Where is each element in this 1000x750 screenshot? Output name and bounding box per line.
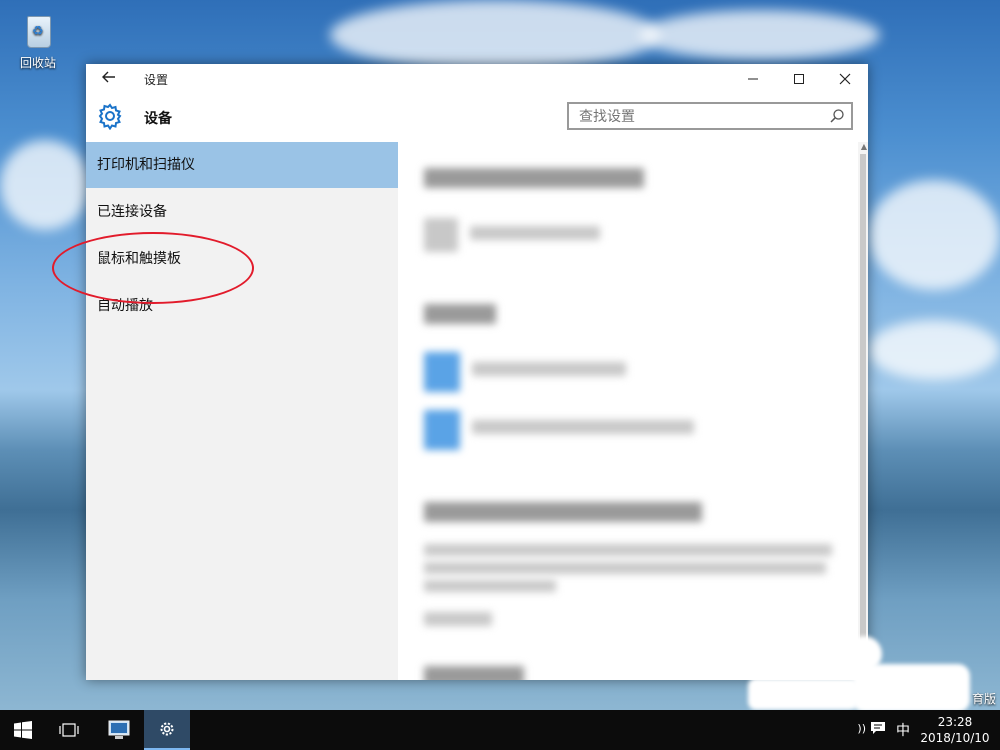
clock-date: 2018/10/10 [920, 731, 990, 745]
settings-window: 设置 设备 打印机和扫描仪 [86, 64, 868, 680]
blurred-text [472, 420, 694, 434]
watermark-text: 育版 [971, 692, 996, 706]
clock-time: 23:28 [937, 715, 973, 729]
page-title: 设备 [144, 111, 172, 127]
blurred-paragraph [424, 580, 556, 592]
windows-start-icon [14, 721, 32, 739]
decorative-blob [852, 664, 970, 712]
search-icon[interactable] [829, 108, 845, 124]
start-button[interactable] [0, 710, 46, 750]
red-annotation-ellipse [52, 232, 254, 304]
blurred-text [472, 362, 626, 376]
blurred-printer-icon [424, 410, 460, 450]
clock[interactable]: 23:28 2018/10/10 [918, 714, 992, 746]
remote-desktop-icon [108, 720, 130, 739]
scrollbar[interactable]: ▲ [858, 142, 868, 680]
sidebar-item-label: 已连接设备 [97, 204, 167, 220]
recycle-bin-label: 回收站 [19, 56, 56, 70]
cloud [0, 140, 90, 230]
cloud [868, 180, 1000, 290]
task-view-button[interactable] [46, 710, 92, 750]
recycle-bin-shortcut[interactable]: ♻ 回收站 [14, 10, 62, 71]
back-icon [102, 71, 115, 83]
close-icon [839, 73, 851, 85]
sidebar-item-printers-scanners[interactable]: 打印机和扫描仪 [86, 142, 398, 188]
gear-icon [98, 103, 122, 130]
blurred-add-device-icon [424, 218, 458, 252]
maximize-button[interactable] [776, 64, 822, 94]
blurred-heading [424, 168, 644, 188]
settings-icon [160, 722, 174, 736]
blurred-heading [424, 304, 496, 324]
sidebar-item-connected-devices[interactable]: 已连接设备 [86, 189, 398, 235]
minimize-icon [748, 78, 758, 80]
blurred-text [470, 226, 600, 240]
scroll-up-icon[interactable]: ▲ [861, 142, 867, 151]
minimize-button[interactable] [730, 64, 776, 94]
remote-desktop-taskbar-button[interactable] [96, 710, 142, 750]
close-button[interactable] [822, 64, 868, 94]
window-title: 设置 [144, 73, 169, 87]
back-button[interactable] [98, 68, 120, 90]
action-center-icon[interactable] [870, 720, 886, 736]
sidebar: 打印机和扫描仪 已连接设备 鼠标和触摸板 自动播放 [86, 142, 398, 680]
settings-taskbar-button[interactable] [144, 710, 190, 750]
blurred-printer-icon [424, 352, 460, 392]
decorative-blob [748, 678, 858, 710]
blurred-heading [424, 666, 524, 680]
blurred-paragraph [424, 562, 826, 574]
taskbar: )) 中 23:28 2018/10/10 [0, 710, 1000, 750]
content-pane-blurred: ▲ [398, 142, 868, 680]
volume-icon[interactable]: )) [857, 722, 866, 735]
sidebar-item-label: 打印机和扫描仪 [97, 157, 195, 173]
maximize-icon [794, 74, 804, 84]
search-input[interactable] [577, 105, 821, 129]
scroll-thumb[interactable] [860, 154, 866, 674]
blurred-paragraph [424, 544, 832, 556]
blurred-toggle [424, 612, 492, 626]
title-bar: 设置 [86, 64, 868, 94]
page-header: 设备 [86, 94, 868, 140]
search-box[interactable] [567, 102, 853, 130]
cloud [640, 10, 880, 60]
ime-indicator[interactable]: 中 [896, 720, 910, 740]
recycle-bin-icon: ♻ [21, 10, 55, 50]
task-view-icon [59, 723, 79, 737]
blurred-heading [424, 502, 702, 522]
cloud [868, 320, 1000, 380]
cloud [330, 0, 660, 70]
